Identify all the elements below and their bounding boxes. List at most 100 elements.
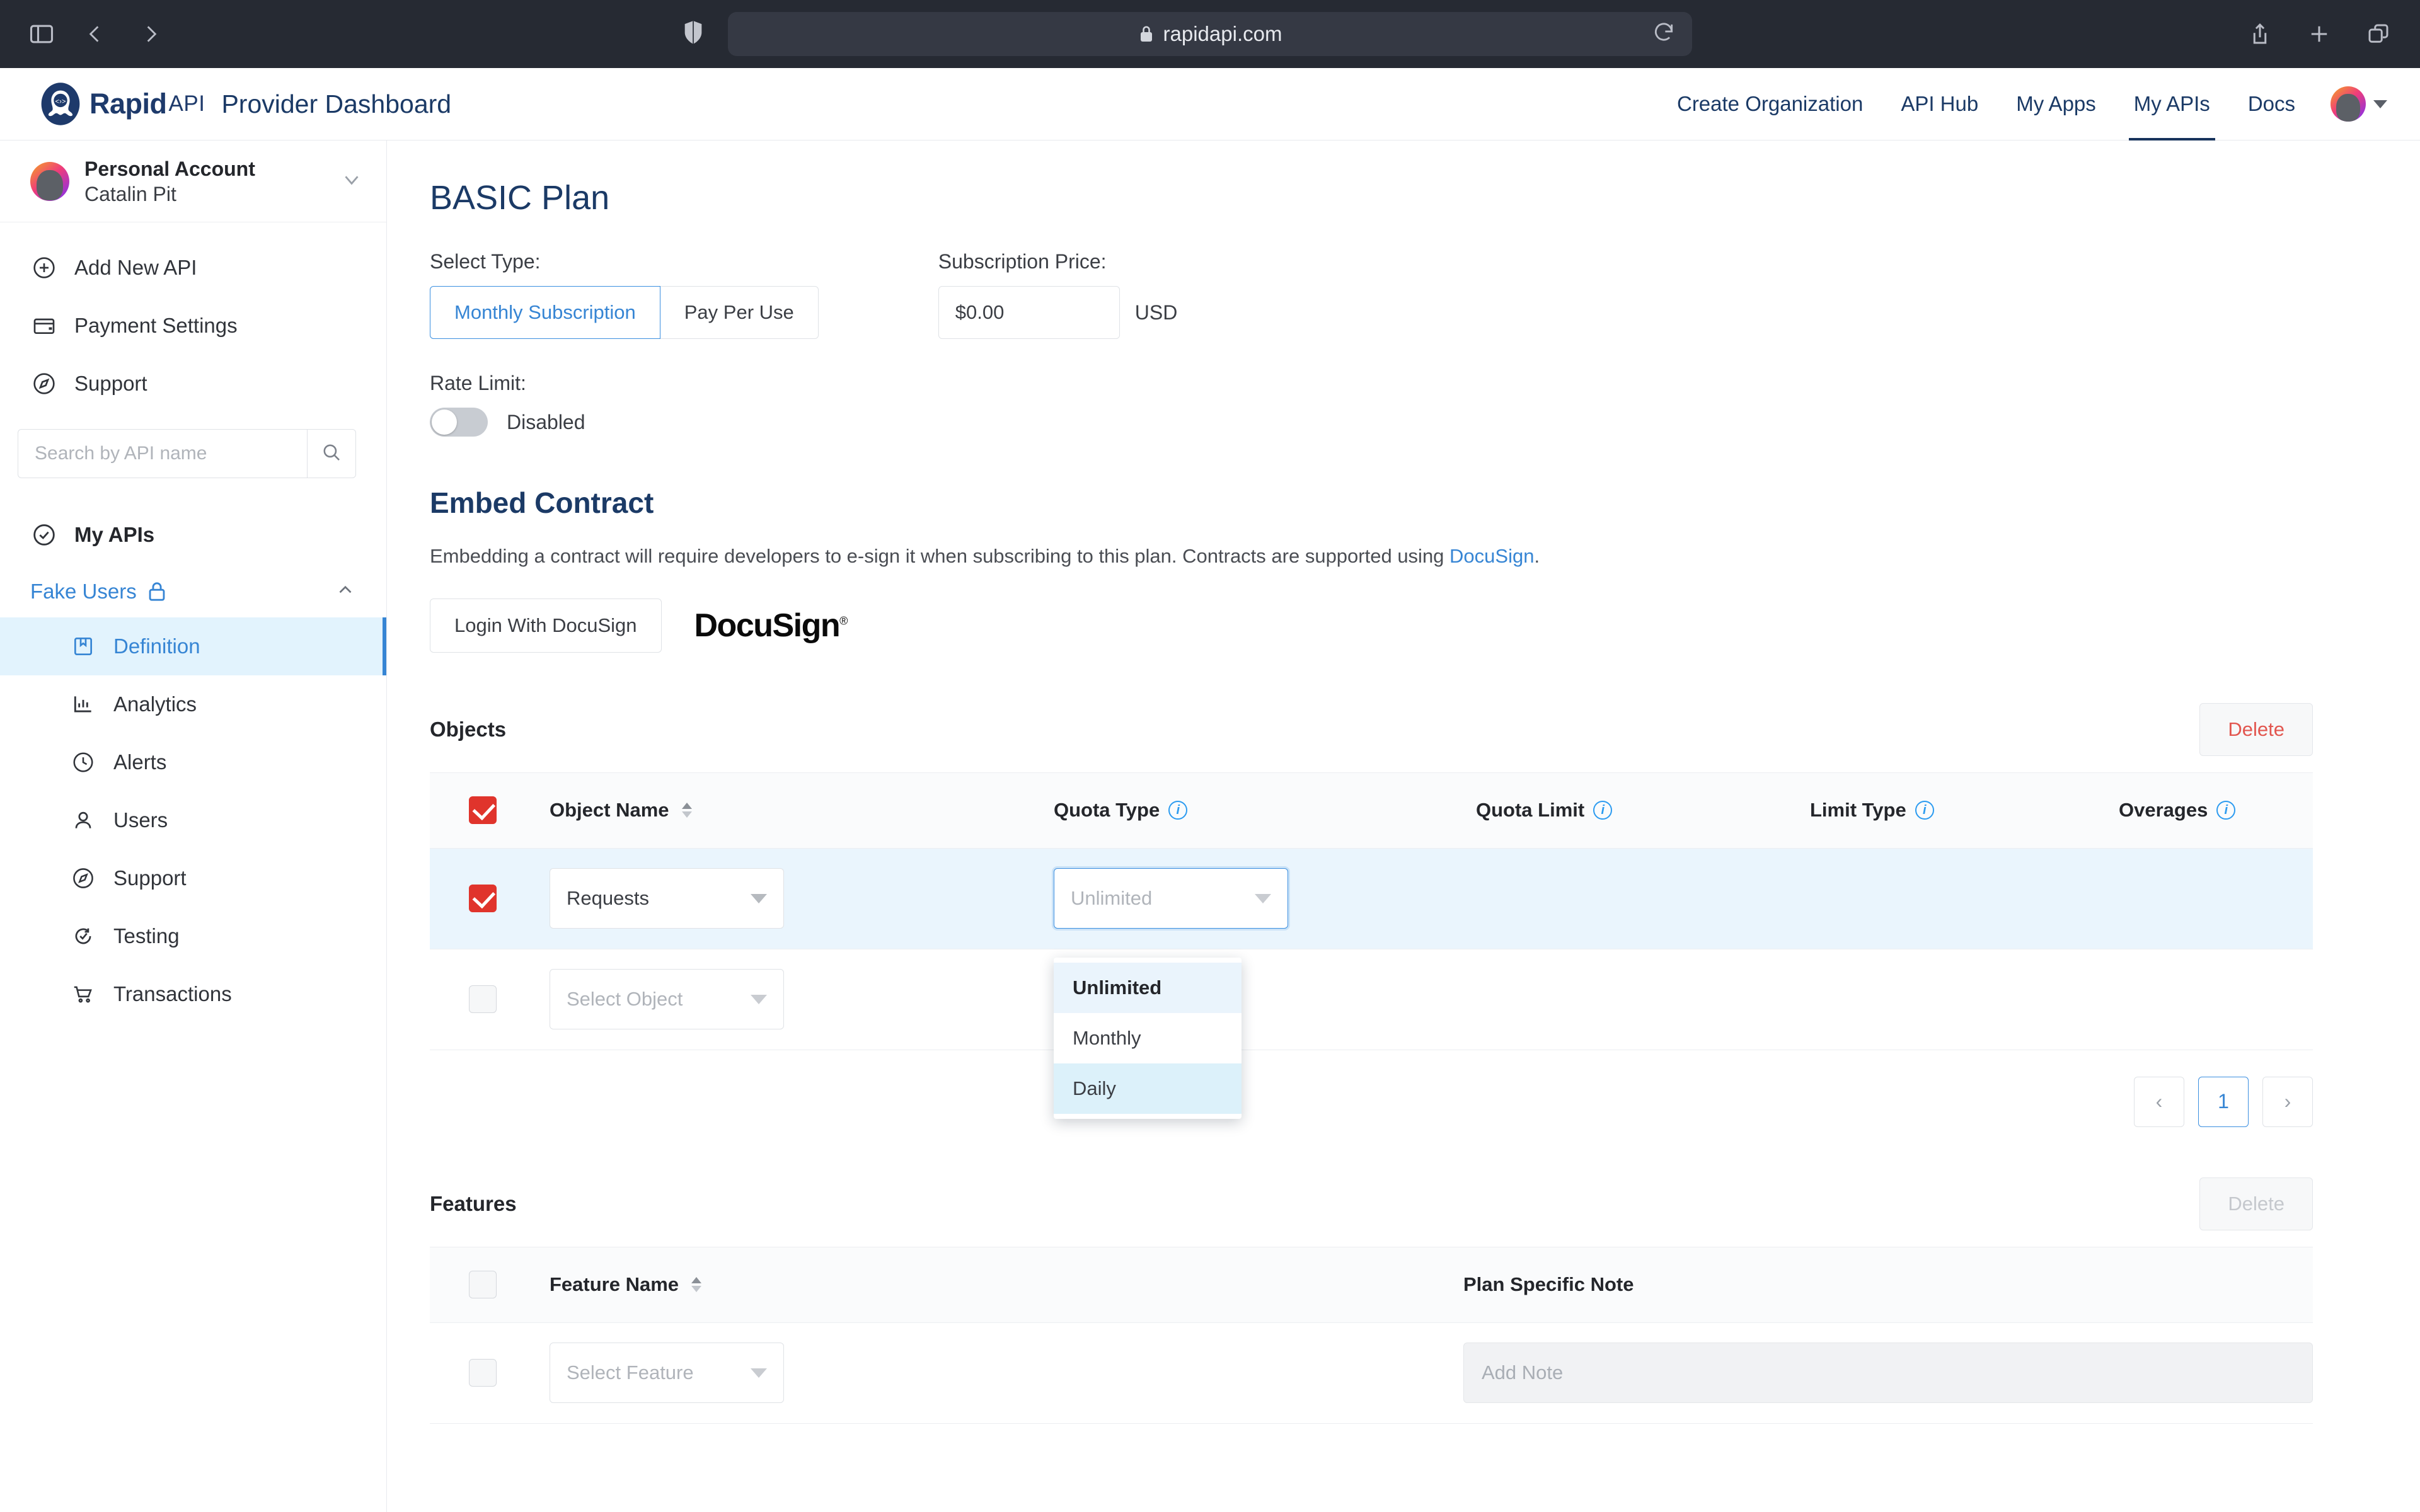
sidebar-api-group-fake-users[interactable]: Fake Users — [0, 565, 386, 617]
dropdown-option-unlimited[interactable]: Unlimited — [1054, 963, 1242, 1014]
row-select-cell — [430, 885, 550, 913]
refresh-check-icon — [69, 922, 97, 950]
object-name-select[interactable]: Select Object — [550, 969, 784, 1030]
sidebar-item-my-apis[interactable]: My APIs — [0, 505, 386, 565]
pagination-prev-button[interactable]: ‹ — [2134, 1076, 2184, 1127]
rate-limit-toggle[interactable] — [430, 408, 488, 437]
back-arrow-icon[interactable] — [79, 18, 112, 50]
sidebar-item-testing[interactable]: Testing — [0, 907, 386, 965]
cell-plan-specific-note — [1463, 1343, 2313, 1404]
info-icon[interactable]: i — [1593, 801, 1613, 820]
nav-my-apis[interactable]: My APIs — [2115, 68, 2229, 140]
features-delete-button[interactable]: Delete — [2199, 1177, 2313, 1230]
sidebar-item-analytics[interactable]: Analytics — [0, 675, 386, 733]
currency-label: USD — [1134, 301, 1178, 324]
search-input[interactable] — [18, 429, 307, 478]
column-header-object-name[interactable]: Object Name — [550, 799, 1054, 822]
nav-docs[interactable]: Docs — [2229, 68, 2314, 140]
search-button[interactable] — [307, 429, 356, 478]
subscription-price-group: Subscription Price: USD — [938, 250, 1178, 339]
sidebar-item-add-new-api[interactable]: Add New API — [0, 239, 386, 297]
objects-table-head: Object Name Quota Type i Quota Limit i L… — [430, 772, 2313, 849]
lock-icon — [1138, 25, 1155, 43]
embed-contract-text-before: Embedding a contract will require develo… — [430, 545, 1450, 567]
sidebar-item-label: Payment Settings — [74, 314, 238, 337]
dropdown-option-daily[interactable]: Daily — [1054, 1063, 1242, 1114]
avatar[interactable] — [2331, 86, 2366, 122]
row-checkbox[interactable] — [469, 985, 497, 1014]
pay-per-use-button[interactable]: Pay Per Use — [660, 286, 819, 339]
cell-feature-name: Select Feature — [550, 1343, 1463, 1404]
share-icon[interactable] — [2244, 18, 2276, 50]
nav-api-hub[interactable]: API Hub — [1882, 68, 1997, 140]
sidebar-item-support[interactable]: Support — [0, 849, 386, 907]
login-with-docusign-button[interactable]: Login With DocuSign — [430, 598, 662, 653]
column-header-label: Object Name — [550, 799, 669, 822]
nav-my-apps[interactable]: My Apps — [1997, 68, 2115, 140]
sidebar-item-transactions[interactable]: Transactions — [0, 965, 386, 1023]
sort-arrows-icon[interactable] — [691, 1277, 702, 1293]
brand-logo-group[interactable]: <›> Rapid API Provider Dashboard — [38, 81, 451, 127]
chevron-down-icon — [751, 893, 767, 903]
sidebar-item-payment-settings[interactable]: Payment Settings — [0, 297, 386, 355]
feature-name-select[interactable]: Select Feature — [550, 1343, 784, 1404]
table-row: Requests Unlimited Unlimited Monthly Dai… — [430, 848, 2313, 1120]
quota-type-select[interactable]: Unlimited — [1054, 868, 1288, 929]
reload-icon[interactable] — [1652, 21, 1676, 48]
features-table-header-row: Features Delete — [430, 1177, 2313, 1230]
row-checkbox[interactable] — [469, 1359, 497, 1387]
sidebar-item-definition[interactable]: Definition — [0, 617, 386, 675]
pagination-next-button[interactable]: › — [2262, 1076, 2313, 1127]
info-icon[interactable]: i — [1915, 801, 1934, 820]
chevron-down-icon — [1255, 893, 1271, 903]
select-type-group: Select Type: Monthly Subscription Pay Pe… — [430, 250, 819, 339]
features-select-all-checkbox[interactable] — [469, 1271, 497, 1299]
sidebar-item-users[interactable]: Users — [0, 791, 386, 849]
plus-icon[interactable] — [2303, 18, 2336, 50]
subscription-price-input[interactable] — [938, 286, 1120, 339]
row-select-cell — [430, 985, 550, 1014]
features-select-all-cell — [430, 1271, 550, 1299]
forward-arrow-icon[interactable] — [134, 18, 166, 50]
sidebar-item-support[interactable]: Support — [0, 355, 386, 413]
chevron-up-icon[interactable] — [335, 579, 356, 604]
compass-icon — [69, 864, 97, 892]
column-header-feature-name[interactable]: Feature Name — [550, 1273, 1463, 1296]
object-name-select-value: Requests — [567, 887, 649, 910]
monthly-subscription-button[interactable]: Monthly Subscription — [430, 286, 660, 339]
chevron-down-icon[interactable] — [340, 168, 367, 195]
docusign-link[interactable]: DocuSign — [1449, 545, 1534, 567]
sidebar-primary-nav: Add New API Payment Settings Support — [0, 222, 386, 413]
address-bar[interactable]: rapidapi.com — [728, 12, 1692, 56]
info-icon[interactable]: i — [1168, 801, 1188, 820]
plan-note-input[interactable] — [1463, 1343, 2313, 1404]
object-name-select-value: Select Object — [567, 988, 683, 1011]
feature-name-select-value: Select Feature — [567, 1361, 694, 1384]
sidebar-item-label: Support — [74, 372, 147, 395]
clock-icon — [69, 748, 97, 776]
chevron-down-icon[interactable] — [2373, 100, 2387, 108]
info-icon[interactable]: i — [2216, 801, 2236, 820]
objects-delete-button[interactable]: Delete — [2199, 702, 2313, 756]
account-switcher[interactable]: Personal Account Catalin Pit — [0, 140, 386, 222]
sidebar-toggle-icon[interactable] — [25, 18, 58, 50]
sort-arrows-icon[interactable] — [681, 803, 692, 818]
brand-rapid-text: Rapid — [89, 88, 167, 120]
objects-select-all-cell — [430, 796, 550, 825]
address-bar-container: rapidapi.com — [684, 12, 1692, 56]
sidebar-item-alerts[interactable]: Alerts — [0, 733, 386, 791]
book-icon — [69, 633, 97, 660]
sidebar-item-label: Definition — [113, 634, 200, 658]
shield-icon[interactable] — [681, 19, 706, 50]
object-name-select[interactable]: Requests — [550, 868, 784, 929]
pagination-page-1[interactable]: 1 — [2198, 1076, 2249, 1127]
dropdown-option-monthly[interactable]: Monthly — [1054, 1013, 1242, 1063]
objects-select-all-checkbox[interactable] — [469, 796, 497, 825]
sidebar-sub-nav: Definition Analytics Alerts Users Suppor… — [0, 617, 386, 1023]
chevron-down-icon — [751, 994, 767, 1004]
nav-create-organization[interactable]: Create Organization — [1658, 68, 1882, 140]
compass-icon — [30, 370, 58, 398]
rate-limit-group: Rate Limit: Disabled — [430, 372, 2313, 437]
row-checkbox[interactable] — [469, 885, 497, 913]
tabs-icon[interactable] — [2362, 18, 2395, 50]
